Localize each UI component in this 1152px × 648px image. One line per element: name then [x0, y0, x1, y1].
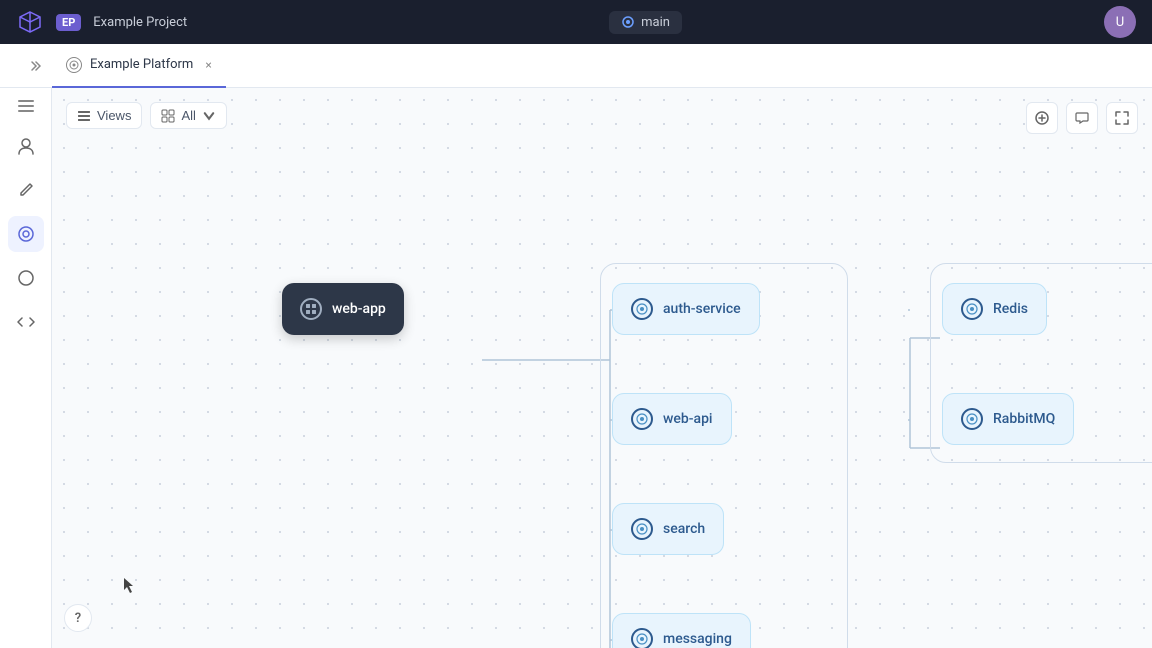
canvas-toolbar: Views All — [66, 102, 227, 129]
node-webapp[interactable]: web-app — [282, 283, 404, 335]
tab-close-btn[interactable]: × — [205, 58, 211, 72]
project-name: Example Project — [93, 15, 187, 30]
avatar[interactable]: U — [1104, 6, 1136, 38]
auth-service-label: auth-service — [663, 301, 741, 317]
service-icon4 — [636, 633, 648, 645]
left-sidebar — [0, 88, 52, 648]
grid-icon — [161, 109, 175, 123]
sidebar-item-code[interactable] — [8, 304, 44, 340]
user-icon — [17, 137, 35, 155]
branch-icon — [621, 15, 635, 29]
search-node-icon — [631, 518, 653, 540]
service-icon2 — [636, 413, 648, 425]
diagram-canvas[interactable]: Views All — [52, 88, 1152, 648]
circle-icon — [17, 269, 35, 287]
platform-tab-label: Example Platform — [90, 57, 193, 72]
branch-name: main — [641, 15, 670, 30]
help-button[interactable]: ? — [64, 604, 92, 632]
redis-label: Redis — [993, 301, 1028, 317]
chevron-down-icon — [202, 109, 216, 123]
rabbitmq-node-icon — [961, 408, 983, 430]
canvas-actions — [1026, 102, 1138, 134]
diagram-icon — [17, 225, 35, 243]
fullscreen-button[interactable] — [1106, 102, 1138, 134]
comment-icon — [1075, 111, 1089, 125]
cursor-icon — [124, 578, 136, 594]
sidebar-item-user[interactable] — [8, 128, 44, 164]
platform-tab-icon — [66, 57, 82, 73]
main-layout: Views All — [0, 88, 1152, 648]
views-icon — [77, 109, 91, 123]
fullscreen-icon — [1115, 111, 1129, 125]
views-button[interactable]: Views — [66, 102, 142, 129]
branch-selector[interactable]: main — [609, 11, 682, 34]
webapp-icon — [305, 303, 317, 315]
rabbitmq-label: RabbitMQ — [993, 411, 1055, 427]
node-redis[interactable]: Redis — [942, 283, 1047, 335]
node-messaging[interactable]: messaging — [612, 613, 751, 648]
webapp-node-icon — [300, 298, 322, 320]
project-badge: EP — [56, 14, 81, 31]
auth-node-icon — [631, 298, 653, 320]
sidebar-item-diagram[interactable] — [8, 216, 44, 252]
add-icon — [1035, 111, 1049, 125]
code-icon — [17, 313, 35, 331]
service-icon5 — [966, 303, 978, 315]
node-search[interactable]: search — [612, 503, 724, 555]
node-rabbitmq[interactable]: RabbitMQ — [942, 393, 1074, 445]
filter-button[interactable]: All — [150, 102, 226, 129]
filter-label: All — [181, 108, 195, 123]
search-label: search — [663, 521, 705, 537]
webapi-node-icon — [631, 408, 653, 430]
add-button[interactable] — [1026, 102, 1058, 134]
web-api-label: web-api — [663, 411, 713, 427]
service-icon3 — [636, 523, 648, 535]
navtab-bar: Example Platform × — [0, 44, 1152, 88]
service-icon — [636, 303, 648, 315]
topbar: EP Example Project main U — [0, 0, 1152, 44]
views-label: Views — [97, 108, 131, 123]
messaging-node-icon — [631, 628, 653, 648]
node-auth-service[interactable]: auth-service — [612, 283, 760, 335]
sidebar-expand-btn[interactable] — [18, 100, 34, 116]
chevron-right-icon — [27, 59, 41, 73]
redis-node-icon — [961, 298, 983, 320]
menu-icon — [18, 100, 34, 112]
messaging-label: messaging — [663, 631, 732, 647]
platform-tab[interactable]: Example Platform × — [52, 44, 226, 88]
sidebar-item-circle[interactable] — [8, 260, 44, 296]
app-logo-icon — [16, 8, 44, 36]
edit-icon — [17, 181, 35, 199]
sidebar-collapse-btn[interactable] — [16, 59, 52, 73]
webapp-label: web-app — [332, 301, 386, 317]
hexagon-icon — [69, 60, 79, 70]
comment-button[interactable] — [1066, 102, 1098, 134]
service-icon6 — [966, 413, 978, 425]
cursor-indicator — [124, 578, 132, 586]
sidebar-item-edit[interactable] — [8, 172, 44, 208]
node-web-api[interactable]: web-api — [612, 393, 732, 445]
